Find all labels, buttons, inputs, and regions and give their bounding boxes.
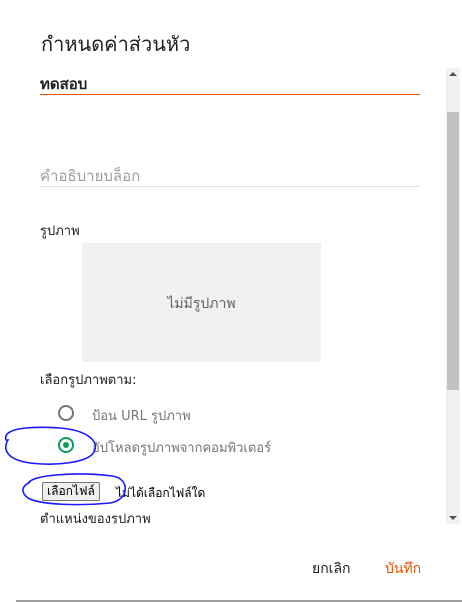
scroll-down-arrow-icon[interactable] [449, 516, 457, 520]
image-position-label: ตำแหน่งของรูปภาพ [40, 512, 151, 524]
scroll-thumb[interactable] [447, 112, 459, 390]
dialog-scroll-area[interactable]: ทดสอบ คำอธิบายบล็อก รูปภาพ ไม่มีรูปภาพ เ… [16, 68, 460, 524]
radio-url-label[interactable]: ป้อน URL รูปภาพ [92, 405, 191, 426]
image-placeholder-text: ไม่มีรูปภาพ [167, 296, 236, 312]
image-preview: ไม่มีรูปภาพ [82, 243, 321, 362]
choose-file-button[interactable]: เลือกไฟล์ [42, 482, 100, 501]
radio-upload-option[interactable] [58, 437, 74, 453]
radio-selected-dot [63, 442, 69, 448]
title-field-underline [40, 94, 420, 95]
description-field[interactable]: คำอธิบายบล็อก [40, 164, 420, 188]
scroll-up-arrow-icon[interactable] [449, 72, 457, 76]
save-button[interactable]: บันทึก [385, 558, 421, 580]
choose-image-label: เลือกรูปภาพตาม: [40, 373, 137, 388]
dialog-title: กำหนดค่าส่วนหัว [41, 32, 191, 56]
cancel-button[interactable]: ยกเลิก [312, 558, 351, 580]
radio-upload-label[interactable]: อัปโหลดรูปภาพจากคอมพิวเตอร์ [92, 437, 271, 458]
vertical-scrollbar[interactable] [446, 68, 460, 524]
radio-url-option[interactable] [58, 405, 74, 421]
title-field[interactable]: ทดสอบ [40, 72, 420, 96]
description-field-underline [40, 186, 420, 187]
image-label: รูปภาพ [40, 224, 80, 239]
file-status-text: ไม่ได้เลือกไฟล์ใด [116, 486, 206, 500]
